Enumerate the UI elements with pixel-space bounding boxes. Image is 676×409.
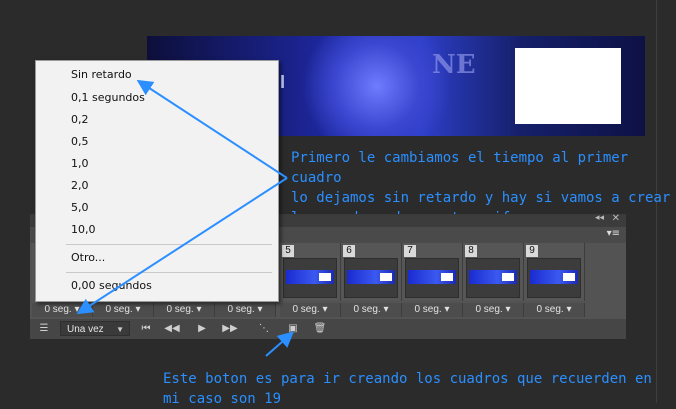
menu-item-2-0[interactable]: 2,0 (36, 175, 276, 197)
frame-thumbnail (527, 258, 581, 298)
double-chevron-icon[interactable]: ◂◂ (595, 213, 604, 223)
play-icon[interactable]: ▶ (194, 322, 210, 336)
menu-item-current[interactable]: 0,00 segundos (36, 275, 276, 297)
frame-thumbnail (344, 258, 398, 298)
menu-item-0-1[interactable]: 0,1 segundos (36, 87, 276, 109)
tween-icon[interactable]: ⋱ (256, 322, 272, 336)
menu-separator (66, 244, 272, 245)
annotation-bottom: Este boton es para ir creando los cuadro… (163, 371, 652, 407)
banner-white-box (515, 48, 621, 124)
close-icon[interactable]: ✕ (612, 213, 620, 224)
loop-select[interactable]: Una vez ▼ (60, 321, 130, 336)
menu-item-0-5[interactable]: 0,5 (36, 131, 276, 153)
frame-number: 8 (465, 245, 477, 257)
frame-delay-4[interactable]: 0 seg. ▾ (215, 303, 276, 317)
trash-icon[interactable]: 🗑 (312, 322, 328, 336)
menu-item-5-0[interactable]: 5,0 (36, 197, 276, 219)
frame-delay-8[interactable]: 0 seg. ▾ (463, 303, 524, 317)
frame-delay-9[interactable]: 0 seg. ▾ (524, 303, 585, 317)
frame-delay-5[interactable]: 0 seg. ▾ (280, 303, 341, 317)
frame-thumbnail (283, 258, 337, 298)
frame-number: 9 (526, 245, 538, 257)
frame-thumbnail (405, 258, 459, 298)
menu-item-no-delay[interactable]: Sin retardo (36, 64, 276, 86)
annotation-line-1: Primero le cambiamos el tiempo al primer… (291, 150, 629, 186)
chevron-down-icon: ▼ (116, 325, 124, 334)
frame-number: 6 (343, 245, 355, 257)
menu-separator (66, 272, 272, 273)
animation-toolbar: ☰ Una vez ▼ ⏮ ◀◀ ▶ ▶▶ ⋱ ▣ 🗑 (30, 319, 626, 339)
frame-delay-7[interactable]: 0 seg. ▾ (402, 303, 463, 317)
menu-item-0-2[interactable]: 0,2 (36, 109, 276, 131)
frame-8[interactable]: 8 (463, 243, 524, 301)
frame-delay-2[interactable]: 0 seg. ▾ (93, 303, 154, 317)
convert-timeline-icon[interactable]: ☰ (36, 322, 52, 336)
frame-delay-3[interactable]: 0 seg. ▾ (154, 303, 215, 317)
frame-6[interactable]: 6 (341, 243, 402, 301)
panel-menu-icon[interactable]: ▾≡ (607, 228, 620, 239)
delay-dropdown-menu: Sin retardo 0,1 segundos 0,2 0,5 1,0 2,0… (35, 60, 279, 302)
duplicate-frame-icon[interactable]: ▣ (285, 322, 301, 336)
menu-item-10-0[interactable]: 10,0 (36, 219, 276, 241)
next-frame-icon[interactable]: ▶▶ (222, 322, 238, 336)
menu-item-other[interactable]: Otro... (36, 247, 276, 269)
frame-5[interactable]: 5 (280, 243, 341, 301)
frame-7[interactable]: 7 (402, 243, 463, 301)
frame-thumbnail (466, 258, 520, 298)
frame-9[interactable]: 9 (524, 243, 585, 301)
previous-frame-icon[interactable]: ◀◀ (164, 322, 180, 336)
first-frame-icon[interactable]: ⏮ (138, 322, 154, 336)
frame-number: 5 (282, 245, 294, 257)
frame-number: 7 (404, 245, 416, 257)
annotation-line-2: lo dejamos sin retardo y hay si vamos a … (291, 190, 671, 206)
frame-delay-6[interactable]: 0 seg. ▾ (341, 303, 402, 317)
frame-delay-1[interactable]: 0 seg. ▾ (32, 303, 93, 317)
menu-item-1-0[interactable]: 1,0 (36, 153, 276, 175)
nerv-logo: NE (432, 50, 476, 80)
